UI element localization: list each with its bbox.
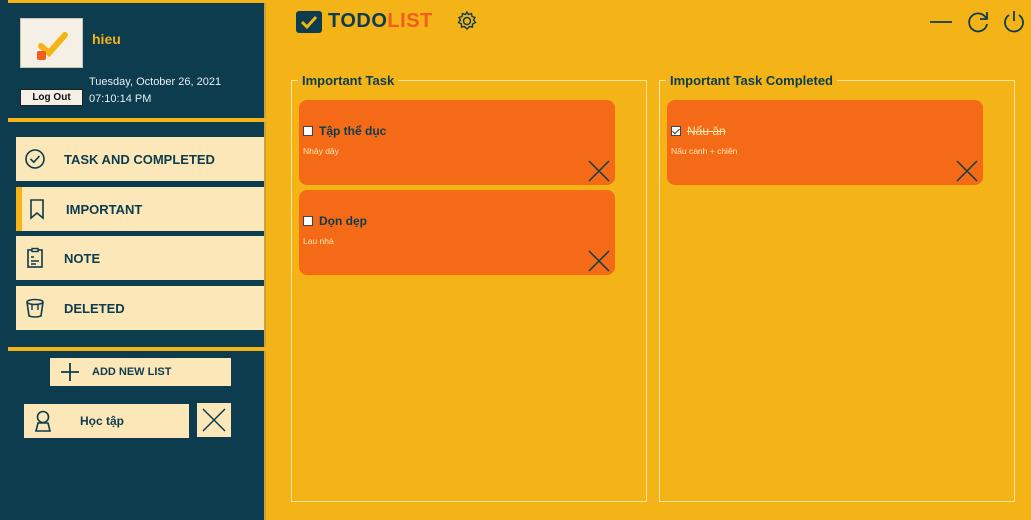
nav-label: NOTE: [64, 250, 101, 266]
logout-button[interactable]: Log Out: [20, 89, 83, 106]
nav-label: IMPORTANT: [66, 201, 143, 217]
nav-note[interactable]: NOTE: [16, 236, 264, 280]
add-new-list-button[interactable]: ADD NEW LIST: [50, 358, 231, 386]
close-icon: [202, 408, 226, 432]
delete-task-button[interactable]: [587, 249, 611, 273]
nav-task-and-completed[interactable]: TASK AND COMPLETED: [16, 137, 264, 181]
current-date: Tuesday, October 26, 2021: [89, 76, 222, 88]
logo-text: TODOLIST: [328, 10, 433, 33]
close-icon: [956, 160, 978, 182]
panel-title: Important Task Completed: [666, 73, 838, 88]
plus-icon: [60, 362, 80, 382]
add-new-list-label: ADD NEW LIST: [92, 366, 172, 378]
avatar: [20, 18, 83, 68]
important-task-panel: Important Task Tập thể dục Nhảy dây Dọn …: [291, 73, 647, 502]
check-circle-icon: [24, 148, 46, 170]
pencil-check-logo-icon: [37, 32, 68, 60]
divider: [8, 347, 266, 351]
app-window: hieu Log Out Tuesday, October 26, 2021 0…: [0, 0, 1031, 520]
nav-label: DELETED: [64, 300, 125, 316]
task-title: Nấu ăn: [687, 124, 726, 138]
gear-icon[interactable]: [456, 10, 478, 32]
logo-main: TODO: [328, 10, 388, 32]
nav-deleted[interactable]: DELETED: [16, 286, 264, 330]
task-card[interactable]: Nấu ăn Nấu canh + chiên: [667, 100, 983, 185]
power-icon[interactable]: [1002, 10, 1026, 34]
task-title: Dọn dẹp: [319, 214, 367, 228]
logo-accent: LIST: [387, 10, 433, 32]
nav-label: TASK AND COMPLETED: [64, 151, 215, 167]
user-name: hieu: [92, 31, 121, 47]
task-card[interactable]: Tập thể dục Nhảy dây: [299, 100, 615, 185]
trash-icon: [24, 297, 46, 319]
panel-title: Important Task: [298, 73, 399, 88]
list-item-label: Học tập: [80, 414, 125, 428]
close-icon: [588, 250, 610, 272]
task-checkbox[interactable]: [671, 126, 681, 136]
minimize-icon[interactable]: [929, 10, 953, 34]
task-checkbox[interactable]: [303, 216, 313, 226]
task-title: Tập thể dục: [319, 124, 387, 138]
task-card[interactable]: Dọn dẹp Lau nhà: [299, 190, 615, 275]
sidebar-top-divider: [8, 0, 266, 3]
task-description: Lau nhà: [303, 236, 334, 246]
bookmark-icon: [26, 198, 48, 220]
sidebar: hieu Log Out Tuesday, October 26, 2021 0…: [0, 0, 266, 520]
delete-list-button[interactable]: [196, 402, 232, 438]
person-icon: [34, 410, 52, 432]
divider: [8, 118, 266, 122]
task-description: Nhảy dây: [303, 146, 339, 156]
clipboard-icon: [24, 247, 46, 269]
task-description: Nấu canh + chiên: [671, 146, 738, 156]
list-item[interactable]: Học tập: [24, 404, 189, 438]
current-time: 07:10:14 PM: [89, 93, 152, 105]
refresh-icon[interactable]: [966, 10, 990, 34]
logo-check-icon: [296, 10, 322, 33]
delete-task-button[interactable]: [587, 159, 611, 183]
app-logo: TODOLIST: [296, 10, 433, 33]
delete-task-button[interactable]: [955, 159, 979, 183]
nav-important[interactable]: IMPORTANT: [16, 187, 264, 231]
close-icon: [588, 160, 610, 182]
task-checkbox[interactable]: [303, 126, 313, 136]
important-task-completed-panel: Important Task Completed Nấu ăn Nấu canh…: [659, 73, 1015, 502]
